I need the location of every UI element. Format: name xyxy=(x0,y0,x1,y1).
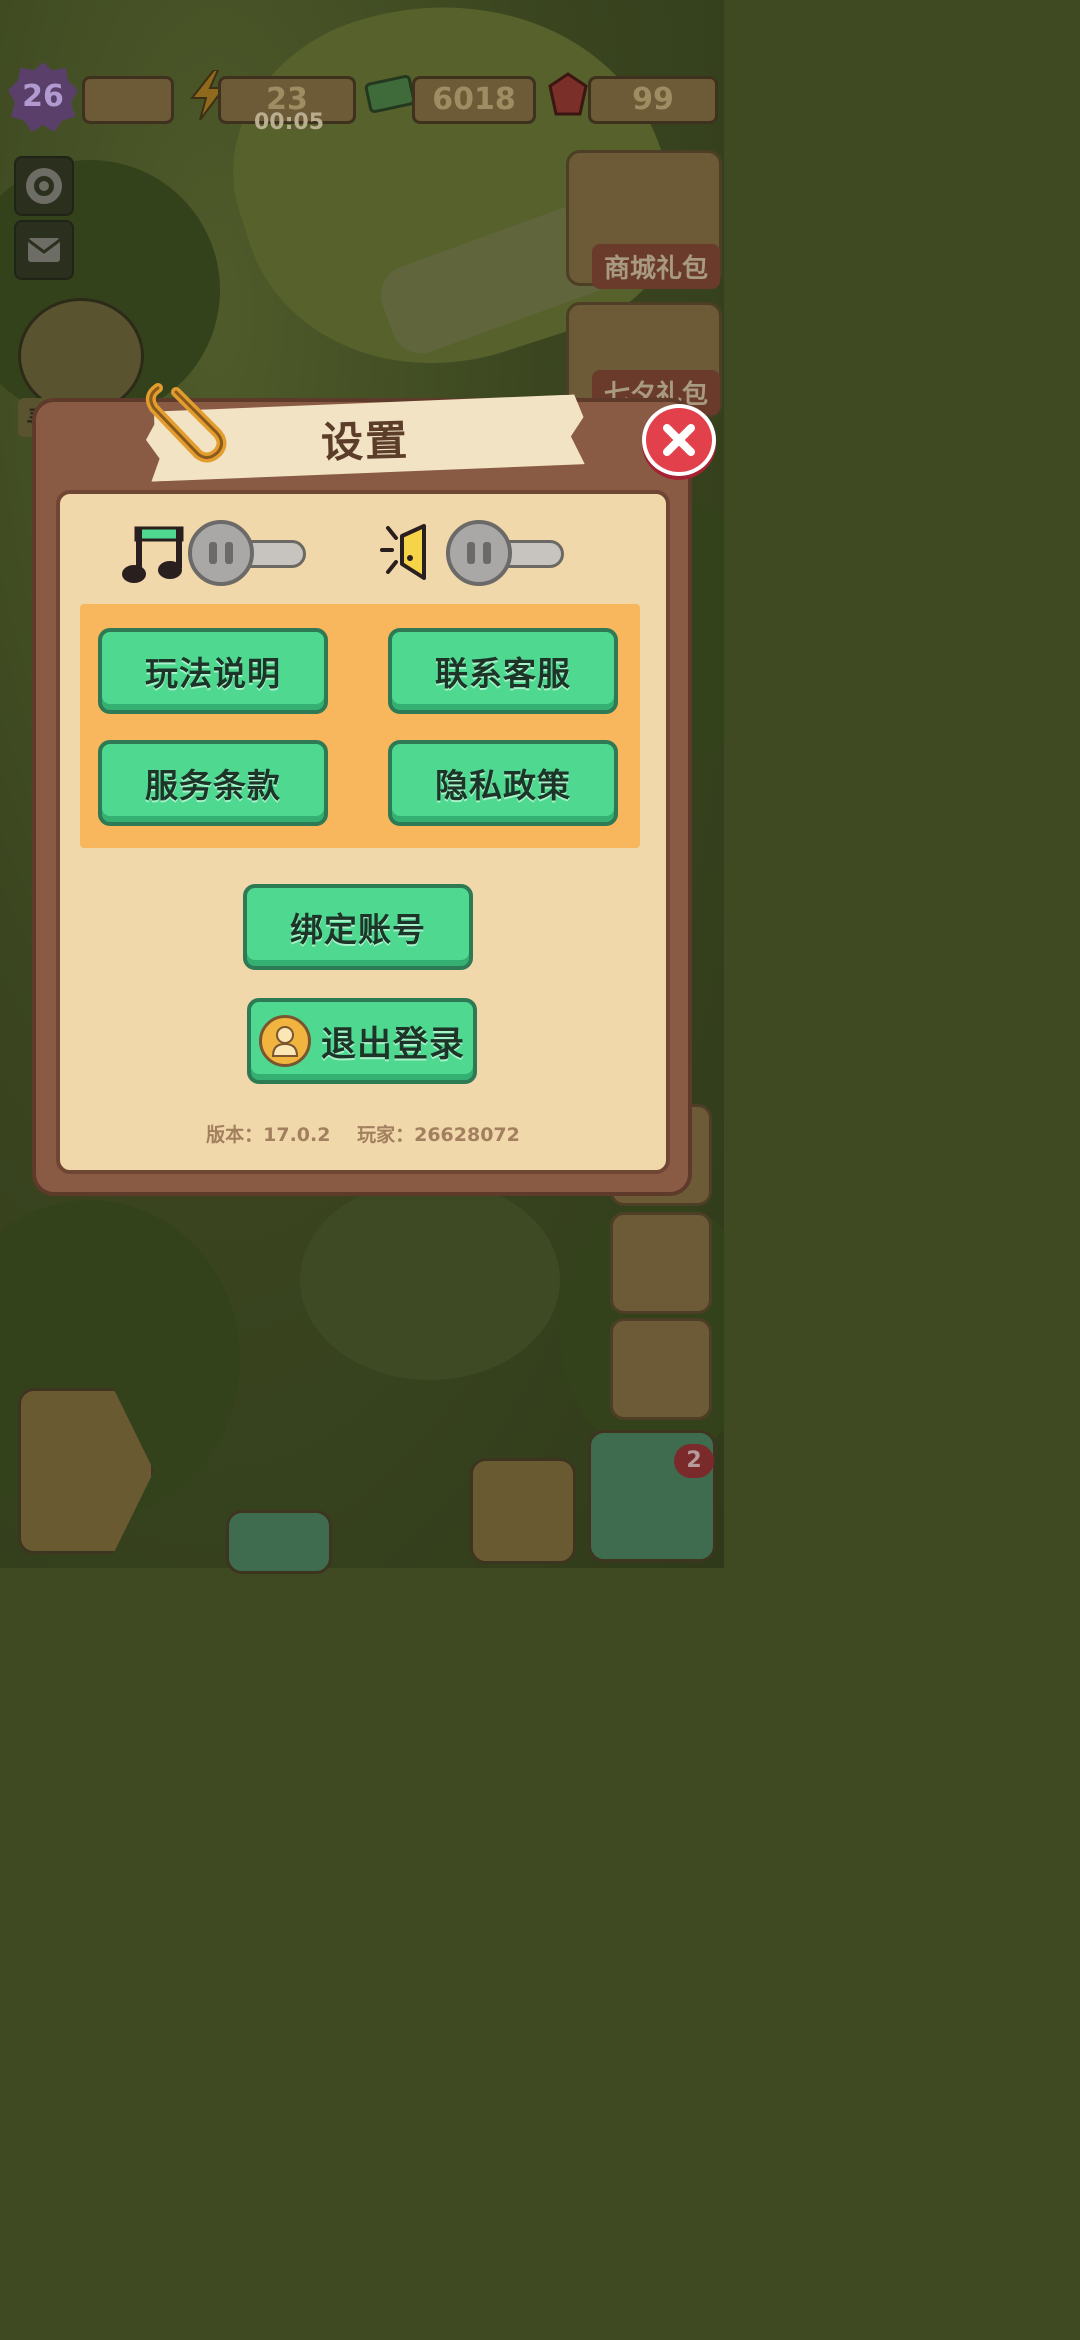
speaker-icon xyxy=(380,524,426,580)
modal-title: 设置 xyxy=(320,415,410,467)
version-info: 版本：17.0.2 玩家：26628072 xyxy=(56,1120,670,1147)
star-badge-count: 2 xyxy=(674,1444,714,1478)
music-note-icon xyxy=(122,526,184,583)
mail-button[interactable] xyxy=(14,220,74,280)
bind-account-label: 绑定账号 xyxy=(290,910,426,949)
contact-support-label: 联系客服 xyxy=(435,654,571,693)
tasks-button[interactable] xyxy=(610,1318,712,1420)
cash-icon xyxy=(364,74,416,114)
close-button[interactable] xyxy=(642,404,716,476)
balloon-button[interactable] xyxy=(470,1458,576,1564)
ruby-gem-icon xyxy=(548,72,588,116)
privacy-policy-button[interactable]: 隐私政策 xyxy=(388,740,618,826)
user-avatar-icon xyxy=(258,1015,311,1067)
logout-label: 退出登录 xyxy=(320,1024,465,1065)
player-id-text: 玩家：26628072 xyxy=(357,1124,520,1146)
energy-timer: 00:05 xyxy=(254,110,325,135)
side-menu-button-2[interactable] xyxy=(610,1212,712,1314)
music-toggle-knob[interactable] xyxy=(188,520,254,586)
cash-counter[interactable]: 6018 xyxy=(412,76,536,124)
logout-button[interactable]: 退出登录 xyxy=(247,998,477,1084)
how-to-play-button[interactable]: 玩法说明 xyxy=(98,628,328,714)
privacy-policy-label: 隐私政策 xyxy=(435,766,571,805)
xp-bar xyxy=(82,76,174,124)
find-items-mode-button[interactable] xyxy=(18,298,144,414)
paper-clip-icon xyxy=(145,383,227,463)
settings-gear-button[interactable] xyxy=(14,156,74,216)
how-to-play-label: 玩法说明 xyxy=(145,654,281,693)
bottom-star-button[interactable] xyxy=(226,1510,332,1574)
mail-icon xyxy=(27,238,61,262)
sound-toggle-knob[interactable] xyxy=(446,520,512,586)
gem-counter[interactable]: 99 xyxy=(588,76,718,124)
contact-support-button[interactable]: 联系客服 xyxy=(388,628,618,714)
close-icon xyxy=(663,424,695,456)
terms-of-service-label: 服务条款 xyxy=(145,766,281,805)
version-text: 版本：17.0.2 xyxy=(206,1124,331,1146)
gear-icon xyxy=(26,168,62,204)
bind-account-button[interactable]: 绑定账号 xyxy=(243,884,473,970)
terms-of-service-button[interactable]: 服务条款 xyxy=(98,740,328,826)
shop-pack-label: 商城礼包 xyxy=(591,244,720,289)
